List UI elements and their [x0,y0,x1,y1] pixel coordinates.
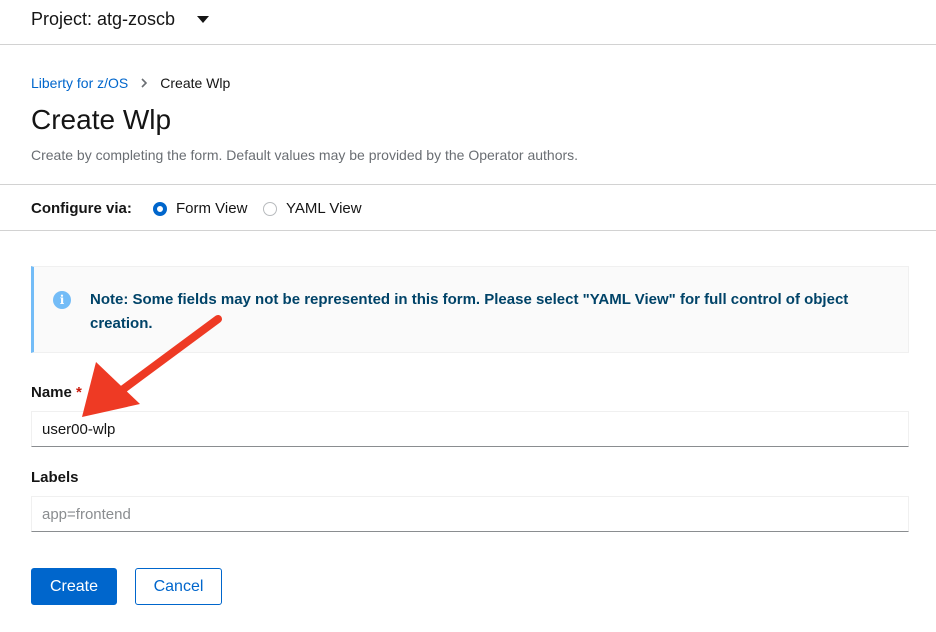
radio-button-unchecked[interactable] [263,201,277,216]
radio-button-checked[interactable] [153,201,167,216]
project-label: Project: atg-zoscb [31,9,176,29]
info-alert: i Note: Some fields may not be represent… [31,266,909,353]
cancel-button[interactable]: Cancel [135,568,222,605]
project-selector[interactable]: Project: atg-zoscb [31,9,210,30]
create-button[interactable]: Create [31,568,117,605]
configure-label: Configure via: [31,200,132,217]
labels-input[interactable] [31,496,909,532]
page-title: Create Wlp [31,104,172,135]
breadcrumb-link-liberty[interactable]: Liberty for z/OS [31,75,128,91]
radio-form-view[interactable]: Form View [153,200,247,217]
radio-label-form-view: Form View [176,200,248,217]
breadcrumb: Liberty for z/OS Create Wlp [31,75,230,91]
name-label-text: Name [31,384,72,401]
alert-text: Note: Some fields may not be represented… [90,291,849,332]
project-bar: Project: atg-zoscb [0,0,936,45]
name-field-label: Name * [31,384,82,401]
radio-label-yaml-view: YAML View [286,200,362,217]
configure-bar: Configure via: Form View YAML View [0,184,936,231]
page-description: Create by completing the form. Default v… [31,147,579,163]
labels-field-label: Labels [31,469,79,486]
breadcrumb-current: Create Wlp [160,75,231,91]
required-star: * [76,384,82,401]
radio-yaml-view[interactable]: YAML View [263,200,362,217]
caret-down-icon[interactable] [197,16,210,23]
chevron-right-icon [140,77,148,89]
name-input[interactable] [31,411,909,447]
info-circle-icon: i [53,291,71,309]
